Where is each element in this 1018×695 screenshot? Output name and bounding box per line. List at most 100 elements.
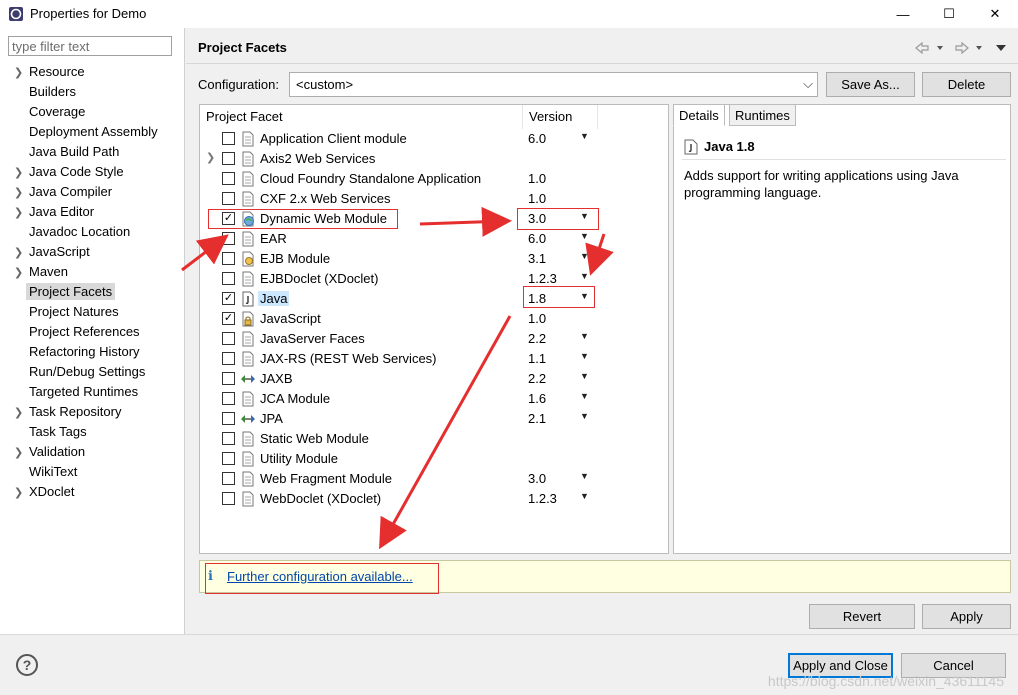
facet-version[interactable]: 6.0 (528, 231, 546, 246)
nav-item[interactable]: Project References (14, 322, 179, 342)
view-menu-icon[interactable] (996, 45, 1006, 51)
further-configuration-link[interactable]: Further configuration available... (227, 569, 413, 584)
facet-checkbox[interactable] (222, 452, 235, 465)
table-row[interactable]: WebDoclet (XDoclet) 1.2.3 ▼ (200, 489, 668, 509)
table-row[interactable]: ✓ JavaScript 1.0 (200, 309, 668, 329)
table-row[interactable]: EJB Module 3.1 ▼ (200, 249, 668, 269)
dropdown-arrow-icon[interactable]: ▼ (580, 351, 589, 361)
facet-version[interactable]: 3.0 (528, 211, 546, 226)
apply-button[interactable]: Apply (922, 604, 1011, 629)
minimize-button[interactable]: — (880, 0, 926, 28)
chevron-right-icon[interactable]: ❯ (14, 203, 29, 223)
facet-checkbox[interactable] (222, 412, 235, 425)
table-row[interactable]: JavaServer Faces 2.2 ▼ (200, 329, 668, 349)
column-header-version[interactable]: Version (523, 105, 598, 129)
facet-checkbox[interactable] (222, 232, 235, 245)
facet-version[interactable]: 1.2.3 (528, 271, 557, 286)
tab-runtimes[interactable]: Runtimes (729, 104, 796, 126)
nav-item[interactable]: Deployment Assembly (14, 122, 179, 142)
dropdown-arrow-icon[interactable]: ▼ (580, 491, 589, 501)
chevron-right-icon[interactable]: ❯ (14, 63, 29, 83)
facet-checkbox[interactable] (222, 152, 235, 165)
facet-checkbox[interactable] (222, 272, 235, 285)
dropdown-arrow-icon[interactable]: ▼ (580, 211, 589, 221)
nav-item[interactable]: ❯ Java Editor (14, 202, 179, 222)
dropdown-arrow-icon[interactable]: ▼ (580, 411, 589, 421)
facet-version[interactable]: 3.1 (528, 251, 546, 266)
table-row[interactable]: Static Web Module (200, 429, 668, 449)
facet-version[interactable]: 2.1 (528, 411, 546, 426)
dropdown-arrow-icon[interactable]: ▼ (580, 391, 589, 401)
facet-checkbox[interactable] (222, 392, 235, 405)
dropdown-arrow-icon[interactable]: ▼ (580, 231, 589, 241)
facet-checkbox[interactable] (222, 332, 235, 345)
nav-item[interactable]: ❯ JavaScript (14, 242, 179, 262)
table-row[interactable]: EAR 6.0 ▼ (200, 229, 668, 249)
table-row[interactable]: CXF 2.x Web Services 1.0 (200, 189, 668, 209)
tab-details[interactable]: Details (673, 104, 725, 126)
facet-checkbox[interactable] (222, 432, 235, 445)
facet-version[interactable]: 1.6 (528, 391, 546, 406)
nav-item[interactable]: ❯ Task Repository (14, 402, 179, 422)
forward-menu-icon[interactable] (976, 46, 982, 50)
table-row[interactable]: ❯ Axis2 Web Services (200, 149, 668, 169)
back-icon[interactable] (915, 41, 929, 55)
nav-item[interactable]: Coverage (14, 102, 179, 122)
nav-item[interactable]: Refactoring History (14, 342, 179, 362)
facet-version[interactable]: 1.2.3 (528, 491, 557, 506)
facet-version[interactable]: 2.2 (528, 331, 546, 346)
table-row[interactable]: JAXB 2.2 ▼ (200, 369, 668, 389)
filter-input[interactable] (8, 36, 172, 56)
facet-version[interactable]: 6.0 (528, 131, 546, 146)
chevron-right-icon[interactable]: ❯ (206, 151, 215, 164)
facet-checkbox[interactable] (222, 192, 235, 205)
nav-item[interactable]: Project Natures (14, 302, 179, 322)
nav-item[interactable]: Java Build Path (14, 142, 179, 162)
chevron-right-icon[interactable]: ❯ (14, 183, 29, 203)
table-row[interactable]: Cloud Foundry Standalone Application 1.0 (200, 169, 668, 189)
nav-item[interactable]: Task Tags (14, 422, 179, 442)
facet-version[interactable]: 1.1 (528, 351, 546, 366)
chevron-right-icon[interactable]: ❯ (14, 443, 29, 463)
help-icon[interactable]: ? (16, 654, 38, 676)
table-row[interactable]: JAX-RS (REST Web Services) 1.1 ▼ (200, 349, 668, 369)
nav-item[interactable]: Javadoc Location (14, 222, 179, 242)
dropdown-arrow-icon[interactable]: ▼ (580, 331, 589, 341)
chevron-right-icon[interactable]: ❯ (14, 243, 29, 263)
dropdown-arrow-icon[interactable]: ▼ (580, 271, 589, 281)
facet-checkbox[interactable]: ✓ (222, 212, 235, 225)
facet-checkbox[interactable]: ✓ (222, 312, 235, 325)
nav-item[interactable]: ❯ Java Compiler (14, 182, 179, 202)
nav-item[interactable]: ❯ Maven (14, 262, 179, 282)
delete-button[interactable]: Delete (922, 72, 1011, 97)
facet-version[interactable]: 1.8 (528, 291, 546, 306)
table-row[interactable]: ✓ Dynamic Web Module 3.0 ▼ (200, 209, 668, 229)
dropdown-arrow-icon[interactable]: ▼ (580, 371, 589, 381)
dropdown-arrow-icon[interactable]: ▼ (580, 251, 589, 261)
facet-version[interactable]: 3.0 (528, 471, 546, 486)
nav-item[interactable]: Targeted Runtimes (14, 382, 179, 402)
close-button[interactable]: ✕ (972, 0, 1018, 28)
nav-item[interactable]: ❯ Validation (14, 442, 179, 462)
table-row[interactable]: ✓ Java 1.8 ▼ (200, 289, 668, 309)
nav-item[interactable]: Run/Debug Settings (14, 362, 179, 382)
dropdown-arrow-icon[interactable]: ▼ (580, 291, 589, 301)
facet-checkbox[interactable] (222, 172, 235, 185)
facet-checkbox[interactable] (222, 372, 235, 385)
maximize-button[interactable]: ☐ (926, 0, 972, 28)
nav-item[interactable]: ❯ Java Code Style (14, 162, 179, 182)
configuration-combo[interactable]: <custom> ⌵ (289, 72, 818, 97)
table-row[interactable]: Web Fragment Module 3.0 ▼ (200, 469, 668, 489)
facet-checkbox[interactable]: ✓ (222, 292, 235, 305)
table-row[interactable]: JPA 2.1 ▼ (200, 409, 668, 429)
chevron-right-icon[interactable]: ❯ (14, 163, 29, 183)
nav-item[interactable]: Builders (14, 82, 179, 102)
dropdown-arrow-icon[interactable]: ▼ (580, 131, 589, 141)
chevron-right-icon[interactable]: ❯ (14, 403, 29, 423)
revert-button[interactable]: Revert (809, 604, 915, 629)
chevron-right-icon[interactable]: ❯ (14, 483, 29, 503)
table-row[interactable]: JCA Module 1.6 ▼ (200, 389, 668, 409)
facet-checkbox[interactable] (222, 492, 235, 505)
facet-checkbox[interactable] (222, 472, 235, 485)
column-header-facet[interactable]: Project Facet (200, 105, 523, 129)
